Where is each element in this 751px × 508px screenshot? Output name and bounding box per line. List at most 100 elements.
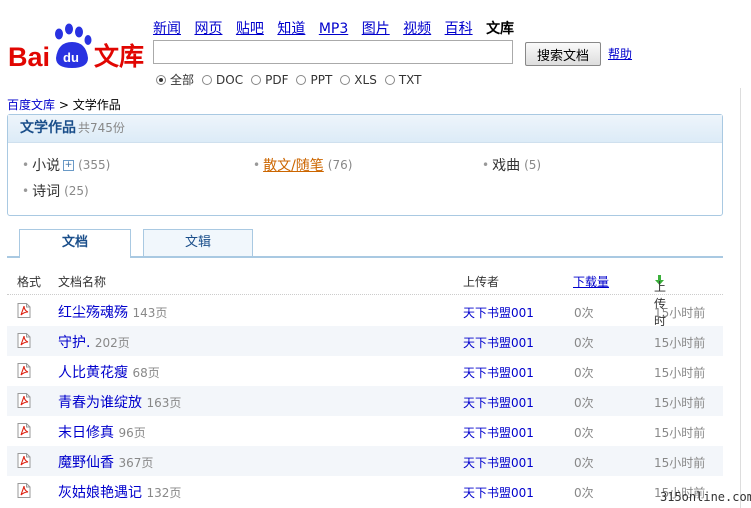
category-item-count: (355)	[78, 158, 111, 172]
uploader-link[interactable]: 天下书盟001	[463, 334, 534, 351]
nav-item-news[interactable]: 新闻	[153, 21, 181, 37]
upload-time: 15小时前	[654, 366, 706, 380]
filter-all[interactable]: 全部	[156, 71, 194, 88]
download-count: 0次	[574, 306, 594, 320]
nav-item-mp3[interactable]: MP3	[319, 21, 348, 37]
header-time-sort[interactable]: 上传时间	[654, 273, 666, 345]
category-item-name[interactable]: 散文/随笔	[263, 155, 324, 175]
doc-page-count: 143页	[132, 306, 168, 320]
download-count: 0次	[574, 426, 594, 440]
category-title: 文学作品	[20, 120, 76, 136]
radio-checked-icon	[156, 74, 166, 85]
pdf-file-icon	[17, 333, 31, 348]
category-item-poetry: • 诗词 (25)	[22, 181, 89, 201]
category-item-drama: • 戏曲 (5)	[482, 155, 541, 175]
search-button[interactable]: 搜索文档	[525, 42, 601, 66]
nav-item-video[interactable]: 视频	[403, 21, 431, 37]
baidu-wenku-logo[interactable]: Bai du 文库	[8, 20, 148, 72]
pdf-file-icon	[17, 453, 31, 468]
tab-collections[interactable]: 文辑	[143, 229, 253, 256]
doc-title-link[interactable]: 守护. 202页	[58, 332, 130, 352]
page-scrollbar[interactable]	[740, 88, 751, 508]
category-item-name[interactable]: 小说	[32, 155, 60, 175]
watermark: 315online.com	[660, 490, 751, 504]
doc-page-count: 202页	[94, 336, 130, 350]
filter-doc[interactable]: DOC	[202, 71, 243, 88]
breadcrumb: 百度文库 > 文学作品	[7, 96, 121, 113]
category-item-novel: • 小说 + (355)	[22, 155, 110, 175]
table-row: 青春为谁绽放 163页 天下书盟001 0次 15小时前	[7, 386, 723, 416]
radio-icon	[202, 74, 213, 85]
logo-du-text: du	[63, 50, 79, 65]
doc-title-link[interactable]: 红尘殇魂殇 143页	[58, 302, 167, 322]
help-link[interactable]: 帮助	[608, 45, 632, 62]
bullet-icon: •	[22, 184, 30, 198]
category-item-count: (76)	[327, 158, 353, 172]
uploader-link[interactable]: 天下书盟001	[463, 484, 534, 501]
table-row: 灰姑娘艳遇记 132页 天下书盟001 0次 15小时前	[7, 476, 723, 506]
header-downloads-sort[interactable]: 下载量	[573, 273, 609, 290]
uploader-link[interactable]: 天下书盟001	[463, 304, 534, 321]
nav-item-baike[interactable]: 百科	[445, 21, 473, 37]
doc-title-link[interactable]: 人比黄花瘦 68页	[58, 362, 160, 382]
category-item-count: (5)	[524, 158, 542, 172]
uploader-link[interactable]: 天下书盟001	[463, 394, 534, 411]
pdf-file-icon	[17, 393, 31, 408]
header-name: 文档名称	[58, 275, 107, 289]
header-uploader: 上传者	[463, 275, 500, 289]
category-item-essay: • 散文/随笔 (76)	[253, 155, 352, 175]
table-row: 魔野仙香 367页 天下书盟001 0次 15小时前	[7, 446, 723, 476]
filter-pdf[interactable]: PDF	[251, 71, 288, 88]
nav-item-web[interactable]: 网页	[194, 21, 222, 37]
nav-item-images[interactable]: 图片	[362, 21, 390, 37]
upload-time: 15小时前	[654, 426, 706, 440]
doc-page-count: 132页	[146, 486, 182, 500]
breadcrumb-separator: >	[55, 98, 73, 112]
doc-title-link[interactable]: 灰姑娘艳遇记 132页	[58, 482, 181, 502]
uploader-link[interactable]: 天下书盟001	[463, 424, 534, 441]
nav-item-wenku: 文库	[486, 21, 515, 37]
doc-title-link[interactable]: 魔野仙香 367页	[58, 452, 153, 472]
download-count: 0次	[574, 366, 594, 380]
download-count: 0次	[574, 336, 594, 350]
filter-xls[interactable]: XLS	[340, 71, 377, 88]
radio-icon	[340, 74, 351, 85]
breadcrumb-home[interactable]: 百度文库	[7, 98, 55, 112]
category-item-name[interactable]: 戏曲	[492, 155, 520, 175]
breadcrumb-current: 文学作品	[72, 98, 121, 112]
doc-page-count: 68页	[132, 366, 160, 380]
category-header: 文学作品 共745份	[8, 115, 722, 143]
bullet-icon: •	[253, 158, 261, 172]
category-item-name[interactable]: 诗词	[32, 181, 60, 201]
upload-time: 15小时前	[654, 336, 706, 350]
doc-title-link[interactable]: 末日修真 96页	[58, 422, 146, 442]
pdf-file-icon	[17, 423, 31, 438]
uploader-link[interactable]: 天下书盟001	[463, 454, 534, 471]
doc-page-count: 367页	[118, 456, 154, 470]
upload-time: 15小时前	[654, 396, 706, 410]
download-count: 0次	[574, 456, 594, 470]
upload-time: 15小时前	[654, 456, 706, 470]
nav-item-zhidao[interactable]: 知道	[277, 21, 305, 37]
table-row: 红尘殇魂殇 143页 天下书盟001 0次 15小时前	[7, 296, 723, 326]
search-input[interactable]	[153, 40, 513, 64]
table-header: 格式 文档名称 上传者 下载量 上传时间	[7, 268, 723, 345]
pdf-file-icon	[17, 303, 31, 318]
doc-title-link[interactable]: 青春为谁绽放 163页	[58, 392, 181, 412]
top-nav: 新闻 网页 贴吧 知道 MP3 图片 视频 百科 文库	[153, 18, 523, 38]
pdf-file-icon	[17, 483, 31, 498]
filter-ppt[interactable]: PPT	[296, 71, 332, 88]
logo-bai-text: Bai	[8, 42, 50, 72]
doc-page-count: 163页	[146, 396, 182, 410]
expand-plus-icon[interactable]: +	[63, 159, 75, 171]
radio-icon	[296, 74, 307, 85]
tab-bar: 文档 文辑	[7, 229, 723, 258]
format-filter: 全部 DOC PDF PPT XLS TXT	[156, 71, 430, 88]
uploader-link[interactable]: 天下书盟001	[463, 364, 534, 381]
nav-item-tieba[interactable]: 贴吧	[236, 21, 264, 37]
doc-page-count: 96页	[118, 426, 146, 440]
table-row: 末日修真 96页 天下书盟001 0次 15小时前	[7, 416, 723, 446]
filter-txt[interactable]: TXT	[384, 71, 422, 88]
logo-wenku-text: 文库	[94, 42, 144, 71]
tab-documents[interactable]: 文档	[19, 229, 131, 258]
